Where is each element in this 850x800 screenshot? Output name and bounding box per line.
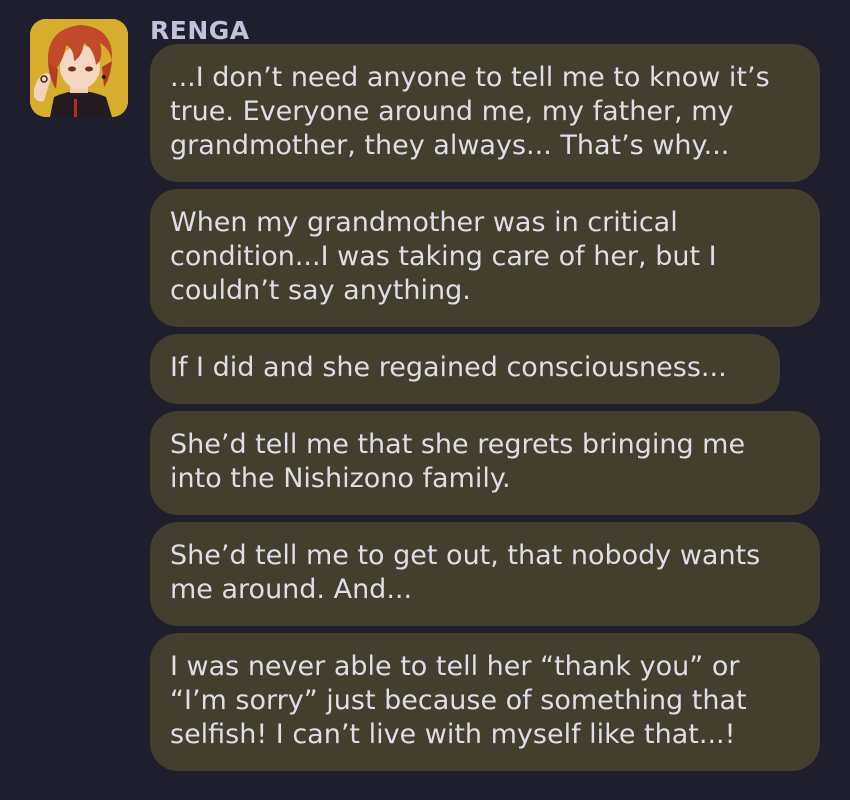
message-text: I was never able to tell her “thank you”…	[170, 651, 747, 750]
message-text: She’d tell me to get out, that nobody wa…	[170, 540, 761, 605]
message-bubble[interactable]: She’d tell me that she regrets bringing …	[150, 411, 820, 515]
message-text: She’d tell me that she regrets bringing …	[170, 429, 746, 494]
message-text: When my grandmother was in critical cond…	[170, 207, 717, 306]
message-bubble[interactable]: ...I don’t need anyone to tell me to kno…	[150, 44, 820, 182]
avatar[interactable]	[30, 19, 128, 117]
message-text: ...I don’t need anyone to tell me to kno…	[170, 62, 770, 161]
message-bubble[interactable]: I was never able to tell her “thank you”…	[150, 633, 820, 771]
sender-name: RENGA	[150, 16, 250, 45]
message-bubble[interactable]: When my grandmother was in critical cond…	[150, 189, 820, 327]
message-list: ...I don’t need anyone to tell me to kno…	[150, 44, 820, 778]
message-bubble[interactable]: If I did and she regained consciousness.…	[150, 334, 780, 404]
message-text: If I did and she regained consciousness.…	[170, 352, 727, 383]
message-bubble[interactable]: She’d tell me to get out, that nobody wa…	[150, 522, 820, 626]
character-portrait-icon	[30, 19, 128, 117]
